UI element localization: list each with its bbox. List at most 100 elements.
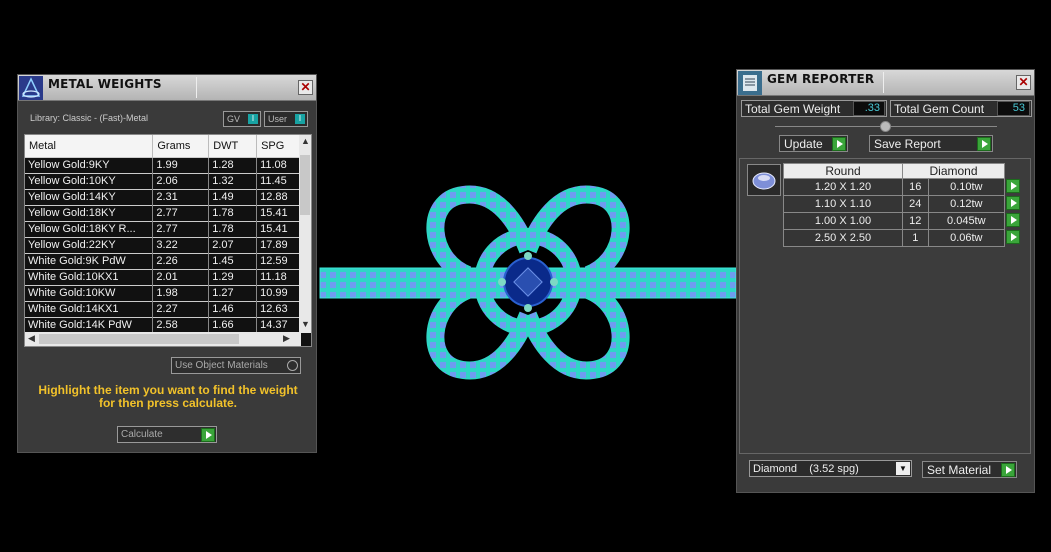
horizontal-scrollbar[interactable]: ◀ ▶ [25,332,301,346]
gem-size-cell: 1.20 X 1.20 [783,178,903,196]
dwt-cell: 1.45 [208,252,258,269]
column-header-grams[interactable]: Grams [152,135,210,157]
gem-row[interactable]: 1.10 X 1.10 24 0.12tw [783,195,1021,213]
library-label: Library: Classic - (Fast)-Metal [30,113,149,123]
table-row[interactable]: Yellow Gold:10KY 2.06 1.32 11.45 [25,172,303,189]
save-report-button[interactable]: Save Report [869,135,993,152]
gem-count-cell: 16 [902,178,929,196]
gv-toggle[interactable]: GV I [223,111,261,127]
metal-table[interactable]: Metal Grams DWT SPG Yellow Gold:9KY 1.99 1… [24,134,312,347]
play-icon[interactable] [1006,229,1021,244]
gem-row[interactable]: 1.00 X 1.00 12 0.045tw [783,212,1021,230]
grams-cell: 2.26 [152,252,210,269]
header-spacer [1005,164,1021,179]
dwt-cell: 1.27 [208,284,258,301]
gem-row-button[interactable] [1005,178,1021,196]
grams-cell: 2.58 [152,316,210,333]
table-row[interactable]: Yellow Gold:22KY 3.22 2.07 17.89 [25,236,303,253]
dwt-cell: 1.29 [208,268,258,285]
ring-3d-view[interactable] [318,180,738,385]
grams-cell: 3.22 [152,236,210,253]
material-select[interactable]: Diamond (3.52 spg) ▼ [749,460,912,477]
scroll-left-icon[interactable]: ◀ [28,333,35,344]
gem-size-cell: 1.00 X 1.00 [783,212,903,230]
gem-row-button[interactable] [1005,229,1021,247]
spg-cell: 11.08 [256,156,303,173]
user-toggle-label: User [268,114,288,124]
scrollbar-thumb[interactable] [300,155,310,215]
play-icon[interactable] [1006,178,1020,193]
metal-name-cell: Yellow Gold:18KY [25,204,154,221]
titlebar-divider [196,77,197,98]
gem-reporter-titlebar[interactable]: GEM REPORTER ✕ [737,70,1034,96]
use-object-materials-checkbox[interactable]: Use Object Materials [171,357,301,374]
column-header-metal[interactable]: Metal [25,135,154,157]
round-gem-icon[interactable] [747,164,781,196]
gem-table[interactable]: Round Diamond 1.20 X 1.20 16 0.10tw 1.10 X … [783,163,1021,247]
grams-cell: 2.77 [152,204,210,221]
table-row[interactable]: White Gold:14K PdW 2.58 1.66 14.37 [25,316,303,333]
gem-material-header: Diamond [902,163,1005,179]
play-icon [1001,463,1015,477]
dwt-cell: 1.28 [208,156,258,173]
table-row[interactable]: Yellow Gold:18KY R... 2.77 1.78 15.41 [25,220,303,237]
metal-weights-titlebar[interactable]: METAL WEIGHTS ✕ [18,75,316,101]
gem-row-button[interactable] [1005,195,1021,213]
play-icon [977,137,991,151]
play-icon[interactable] [1006,212,1020,227]
set-material-button[interactable]: Set Material [922,461,1017,478]
calculate-label: Calculate [121,429,163,440]
grams-cell: 2.06 [152,172,210,189]
column-header-spg[interactable]: SPG [256,135,303,157]
toggle-indicator-icon: I [248,114,258,124]
table-row[interactable]: Yellow Gold:14KY 2.31 1.49 12.88 [25,188,303,205]
play-icon [832,137,846,151]
column-header-dwt[interactable]: DWT [208,135,258,157]
update-button[interactable]: Update [779,135,848,152]
scrollbar-thumb[interactable] [39,334,239,344]
play-icon[interactable] [201,428,215,442]
update-label: Update [784,137,823,151]
table-row[interactable]: White Gold:10KX1 2.01 1.29 11.18 [25,268,303,285]
calculate-button[interactable]: Calculate [117,426,217,443]
gem-row[interactable]: 1.20 X 1.20 16 0.10tw [783,178,1021,196]
gem-reporter-title: GEM REPORTER [767,72,875,86]
table-row[interactable]: White Gold:9K PdW 2.26 1.45 12.59 [25,252,303,269]
table-row[interactable]: White Gold:10KW 1.98 1.27 10.99 [25,284,303,301]
close-icon[interactable]: ✕ [298,80,313,95]
scroll-up-icon[interactable]: ▲ [301,136,310,146]
scroll-right-icon[interactable]: ▶ [283,333,290,344]
gem-list-area: Round Diamond 1.20 X 1.20 16 0.10tw 1.10 X … [739,158,1031,454]
gem-weight-cell: 0.06tw [927,229,1006,247]
spg-cell: 11.18 [256,268,303,285]
spg-cell: 12.88 [256,188,303,205]
metal-weights-panel: METAL WEIGHTS ✕ Library: Classic - (Fast… [17,74,317,453]
grams-cell: 1.99 [152,156,210,173]
titlebar-divider [883,72,884,93]
gem-row-button[interactable] [1005,212,1021,230]
close-icon[interactable]: ✕ [1016,75,1031,90]
metal-name-cell: Yellow Gold:9KY [25,156,154,173]
vertical-scrollbar[interactable]: ▲ ▼ [299,135,311,333]
dwt-cell: 1.66 [208,316,258,333]
play-icon[interactable] [1006,195,1020,210]
metal-name-cell: White Gold:14K PdW [25,316,154,333]
table-row[interactable]: Yellow Gold:18KY 2.77 1.78 15.41 [25,204,303,221]
total-gem-weight-text: Total Gem Weight [745,102,841,116]
metal-name-cell: Yellow Gold:14KY [25,188,154,205]
gem-row[interactable]: 2.50 X 2.50 1 0.06tw [783,229,1021,247]
splitter-handle-icon[interactable] [880,121,891,132]
radio-icon[interactable] [287,360,298,371]
table-row[interactable]: White Gold:14KX1 2.27 1.46 12.63 [25,300,303,317]
user-toggle[interactable]: User I [264,111,308,127]
metal-name-cell: White Gold:9K PdW [25,252,154,269]
dwt-cell: 1.49 [208,188,258,205]
toggle-indicator-icon: I [295,114,305,124]
grams-cell: 1.98 [152,284,210,301]
metal-name-cell: White Gold:14KX1 [25,300,154,317]
table-row[interactable]: Yellow Gold:9KY 1.99 1.28 11.08 [25,156,303,173]
gem-size-cell: 2.50 X 2.50 [783,229,903,247]
chevron-down-icon[interactable]: ▼ [896,462,910,475]
scroll-down-icon[interactable]: ▼ [301,319,310,329]
metal-name-cell: White Gold:10KX1 [25,268,154,285]
